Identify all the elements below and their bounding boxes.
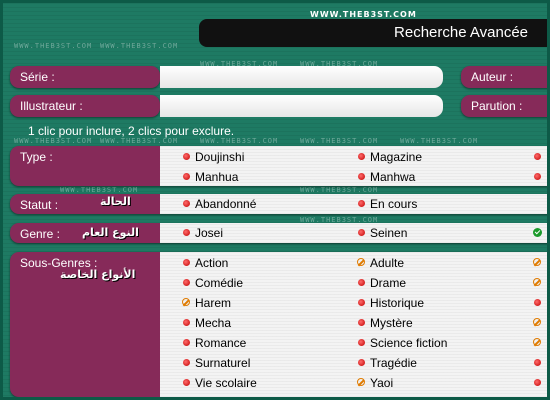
auteur-label: Auteur : [471, 70, 514, 84]
subgenre-option[interactable]: Tragédie [358, 356, 417, 370]
include-icon [183, 279, 190, 286]
serie-input[interactable] [160, 66, 443, 88]
subgenre-option[interactable]: Comédie [183, 276, 243, 290]
watermark-text: WWW.THEB3ST.COM [300, 137, 379, 145]
type-option-magazine[interactable]: Magazine [358, 150, 422, 164]
title-bar: Recherche Avancée [199, 19, 550, 47]
exclude-icon [533, 278, 541, 286]
auteur-field: Auteur : [461, 66, 550, 88]
statut-label: Statut : [20, 198, 59, 212]
include-icon [358, 299, 365, 306]
include-icon [183, 229, 190, 236]
include-icon [183, 359, 190, 366]
include-icon [358, 153, 365, 160]
include-icon [534, 153, 541, 160]
include-icon [358, 359, 365, 366]
subgenre-option[interactable]: Mecha [183, 316, 231, 330]
statut-option-en-cours[interactable]: En cours [358, 197, 417, 211]
subgenre-option[interactable]: Vie scolaire [183, 376, 257, 390]
include-icon [534, 359, 541, 366]
include-icon [358, 279, 365, 286]
illustrateur-label: Illustrateur : [20, 99, 83, 113]
include-icon [358, 229, 365, 236]
include-icon [183, 259, 190, 266]
exclude-icon [357, 378, 365, 386]
exclude-icon [182, 298, 190, 306]
genre-arabic-label: النوع العام [82, 226, 139, 239]
exclude-icon [357, 258, 365, 266]
include-icon [358, 173, 365, 180]
genre-option-josei[interactable]: Josei [183, 226, 223, 240]
exclude-icon [533, 338, 541, 346]
subgenre-option[interactable]: Historique [358, 296, 424, 310]
type-option-manhua[interactable]: Manhua [183, 170, 238, 184]
site-logo: WWW.THEB3ST.COM [310, 10, 417, 19]
statut-arabic-label: الحالة [100, 195, 131, 208]
statut-option-abandonne[interactable]: Abandonné [183, 197, 256, 211]
type-label: Type : [20, 150, 53, 164]
subgenre-option[interactable]: Harem [182, 296, 231, 310]
subgenre-option[interactable]: Science fiction [358, 336, 447, 350]
include-icon [183, 339, 190, 346]
watermark-text: WWW.THEB3ST.COM [14, 137, 93, 145]
include-icon [534, 173, 541, 180]
subgenre-option[interactable]: Yaoi [357, 376, 393, 390]
watermark-text: WWW.THEB3ST.COM [200, 137, 279, 145]
include-icon [358, 319, 365, 326]
include-icon [183, 153, 190, 160]
subgenre-option[interactable]: Mystère [358, 316, 413, 330]
genre-option-seinen[interactable]: Seinen [358, 226, 407, 240]
include-icon [183, 319, 190, 326]
sous-genres-options: Action Adulte Comédie Drame Harem Histor… [160, 252, 550, 400]
watermark-text: WWW.THEB3ST.COM [400, 137, 479, 145]
subgenre-option[interactable]: Adulte [357, 256, 404, 270]
type-option-doujinshi[interactable]: Doujinshi [183, 150, 244, 164]
sous-genres-arabic-label: الأنواع الخاصة [60, 268, 136, 281]
include-icon [183, 200, 190, 207]
type-option-manhwa[interactable]: Manhwa [358, 170, 415, 184]
subgenre-option[interactable]: Surnaturel [183, 356, 250, 370]
include-icon [358, 339, 365, 346]
genre-options: Josei Seinen [160, 223, 550, 243]
serie-label: Série : [20, 70, 55, 84]
exclude-icon [533, 258, 541, 266]
subgenre-option[interactable]: Action [183, 256, 228, 270]
subgenre-option[interactable]: Romance [183, 336, 246, 350]
watermark-text: WWW.THEB3ST.COM [100, 42, 179, 50]
statut-options: Abandonné En cours [160, 194, 550, 214]
page-title: Recherche Avancée [394, 24, 528, 41]
illustrateur-input[interactable] [160, 95, 443, 117]
watermark-text: WWW.THEB3ST.COM [14, 42, 93, 50]
type-options: Doujinshi Magazine Manhua Manhwa [160, 146, 550, 186]
subgenre-option[interactable]: Drame [358, 276, 406, 290]
illustrateur-field: Illustrateur : [10, 95, 160, 117]
watermark-text: WWW.THEB3ST.COM [100, 137, 179, 145]
parution-field: Parution : [461, 95, 550, 117]
check-icon [533, 228, 542, 237]
parution-label: Parution : [471, 99, 523, 113]
include-icon [358, 200, 365, 207]
exclude-icon [533, 318, 541, 326]
genre-label: Genre : [20, 227, 61, 241]
serie-field: Série : [10, 66, 160, 88]
include-icon [534, 299, 541, 306]
watermark-text: WWW.THEB3ST.COM [300, 186, 379, 194]
include-icon [183, 379, 190, 386]
hint-text: 1 clic pour inclure, 2 clics pour exclur… [28, 124, 235, 138]
include-icon [534, 379, 541, 386]
watermark-text: WWW.THEB3ST.COM [60, 186, 139, 194]
include-icon [183, 173, 190, 180]
